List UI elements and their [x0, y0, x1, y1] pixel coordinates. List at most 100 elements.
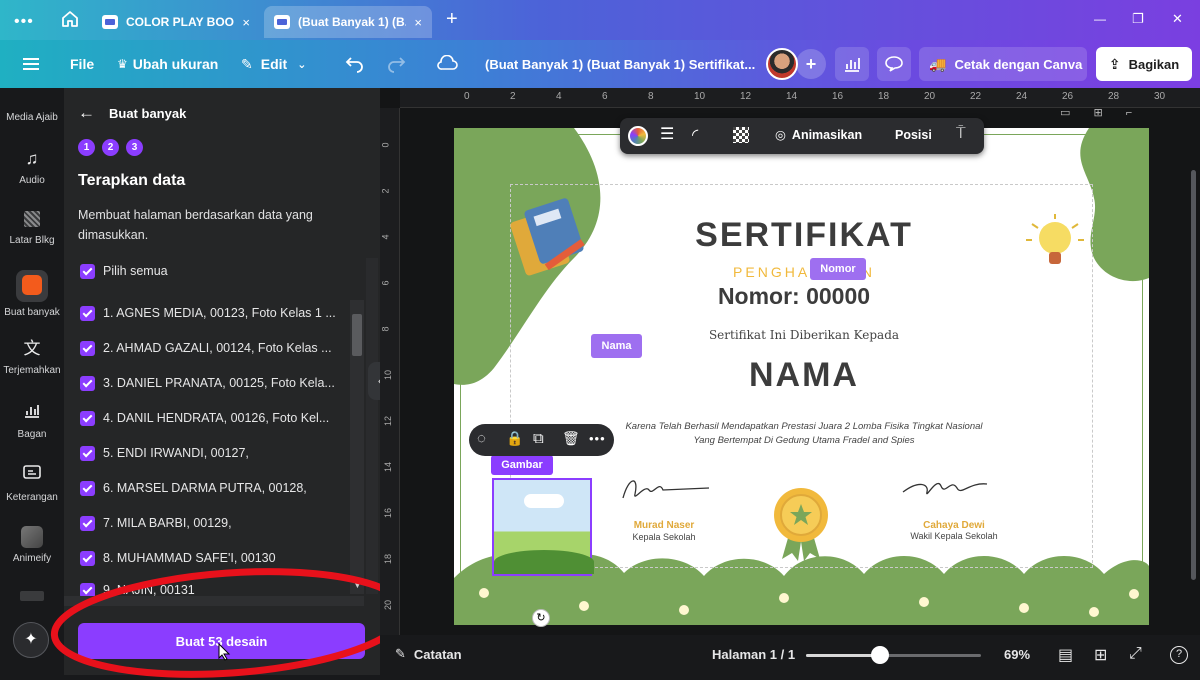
signature-1-icon — [622, 480, 710, 499]
list-item[interactable]: 1. AGNES MEDIA, 00123, Foto Kelas 1 ... — [80, 303, 345, 323]
ruler-tick-label: 18 — [383, 553, 394, 565]
translate-icon: 文 — [23, 339, 41, 358]
list-item[interactable]: 3. DANIEL PRANATA, 00125, Foto Kela... — [80, 373, 345, 393]
rail-terjemahkan[interactable]: 文 Terjemahkan — [0, 338, 64, 376]
list-item[interactable]: 2. AHMAD GAZALI, 00124, Foto Kelas ... — [80, 338, 345, 358]
sparkle-icon: ✦ — [24, 631, 38, 648]
tag-nama[interactable]: Nama — [591, 334, 642, 358]
list-item[interactable]: 4. DANIL HENDRATA, 00126, Foto Kel... — [80, 408, 345, 428]
certificate-number[interactable]: Nomor: 00000 — [454, 283, 1134, 310]
list-scrollbar-thumb[interactable] — [352, 314, 362, 356]
ruler-tick-label: 2 — [510, 91, 516, 102]
rail-buat-banyak[interactable]: Buat banyak — [0, 270, 64, 318]
lock-icon[interactable]: 🔒 — [506, 430, 523, 447]
close-tab-icon[interactable]: × — [414, 15, 422, 30]
captions-icon — [21, 465, 43, 487]
rail-label: Buat banyak — [4, 307, 60, 318]
paint-roller-icon[interactable]: ⍑ — [956, 125, 966, 143]
rail-keterangan[interactable]: Keterangan — [0, 465, 64, 503]
row-label: 5. ENDI IRWANDI, 00127, — [103, 446, 249, 460]
new-tab-button[interactable]: + — [446, 8, 458, 31]
rotate-handle-icon[interactable]: ↻ — [532, 609, 550, 627]
back-arrow-icon[interactable]: ← — [78, 103, 95, 123]
canvas-scrollbar[interactable] — [1191, 170, 1196, 580]
page-actions-icon[interactable]: ▭ ⊞ ⌐ — [1060, 106, 1142, 119]
document-title[interactable]: (Buat Banyak 1) (Buat Banyak 1) Sertifik… — [485, 40, 755, 88]
comment-add-icon[interactable]: ◌ — [477, 430, 486, 447]
certificate-subtitle[interactable]: PENGHARGAAN — [454, 264, 1149, 280]
step-2: 2 — [102, 139, 119, 156]
certificate-name[interactable]: NAMA — [454, 356, 1149, 395]
maximize-button[interactable]: ❐ — [1132, 11, 1144, 27]
signature-2-name[interactable]: Cahaya Dewi — [894, 520, 1014, 531]
certificate-body-line-2[interactable]: Yang Bertempat Di Gedung Utama Fradel an… — [604, 435, 1004, 446]
tag-gambar[interactable]: Gambar — [491, 455, 553, 475]
position-button[interactable]: Posisi — [895, 128, 932, 142]
photo-placeholder[interactable] — [492, 478, 594, 576]
duplicate-icon[interactable]: ⧉ — [533, 430, 544, 447]
medal-icon — [774, 488, 828, 561]
list-item[interactable]: 7. MILA BARBI, 00129, — [80, 513, 345, 533]
list-item[interactable]: 5. ENDI IRWANDI, 00127, — [80, 443, 345, 463]
file-menu[interactable]: File — [70, 40, 94, 88]
page-indicator[interactable]: Halaman 1 / 1 — [712, 647, 795, 662]
notes-button[interactable]: ✎ Catatan — [395, 646, 462, 662]
share-button[interactable]: ⇪ Bagikan — [1096, 47, 1192, 81]
zoom-level[interactable]: 69% — [1004, 647, 1030, 662]
certificate-body-line-1[interactable]: Karena Telah Berhasil Mendapatkan Presta… — [604, 421, 1004, 432]
tab-color-play-book[interactable]: COLOR PLAY BOOK... × — [92, 6, 260, 38]
signature-2-role[interactable]: Wakil Kepala Sekolah — [894, 531, 1014, 541]
panel-scrollbar[interactable] — [366, 258, 378, 594]
resize-button[interactable]: ♛ Ubah ukuran — [117, 40, 218, 88]
rail-latar-blkg[interactable]: Latar Blkg — [0, 211, 64, 246]
cloud-save-icon[interactable] — [436, 54, 458, 76]
color-picker-icon[interactable] — [628, 126, 648, 146]
help-icon[interactable]: ? — [1170, 646, 1188, 664]
rail-bagan[interactable]: Bagan — [0, 402, 64, 440]
ruler-tick-label: 8 — [648, 91, 654, 102]
edit-menu[interactable]: ✎ Edit ⌄ — [241, 40, 306, 88]
trash-icon[interactable]: 🗑 — [562, 430, 580, 447]
grid-view-icon[interactable]: ⊞ — [1094, 645, 1107, 665]
home-icon[interactable] — [60, 10, 80, 28]
add-collaborator-button[interactable]: + — [796, 49, 826, 79]
list-item[interactable]: 6. MARSEL DARMA PUTRA, 00128, — [80, 478, 345, 498]
ruler-tick-label: 4 — [380, 234, 391, 240]
close-window-button[interactable]: ✕ — [1172, 11, 1183, 27]
more-options-icon[interactable]: ••• — [589, 431, 606, 446]
page-view-icon[interactable]: ▤ — [1058, 645, 1073, 665]
tab-label: COLOR PLAY BOOK... — [126, 15, 235, 29]
transparency-icon[interactable] — [733, 127, 749, 143]
zoom-slider-thumb[interactable] — [870, 646, 889, 664]
insights-button[interactable] — [835, 47, 869, 81]
checkbox-checked-icon — [80, 305, 95, 321]
certificate-title[interactable]: SERTIFIKAT — [454, 216, 1149, 255]
animate-button[interactable]: ◎ Animasikan — [775, 127, 862, 143]
tab-buat-banyak[interactable]: (Buat Banyak 1) (B... × — [264, 6, 432, 38]
stroke-style-icon[interactable]: ☰ — [660, 127, 674, 143]
ruler-tick-label: 6 — [380, 280, 391, 286]
avatar[interactable] — [766, 48, 798, 80]
more-icon[interactable]: ••• — [14, 13, 34, 31]
print-with-canva-button[interactable]: 🚚 Cetak dengan Canva — [919, 47, 1087, 81]
signature-1-name[interactable]: Murad Naser — [614, 520, 714, 531]
comments-button[interactable] — [877, 47, 911, 81]
rail-label: Keterangan — [6, 492, 58, 503]
certificate-given-to[interactable]: Sertifikat Ini Diberikan Kepada — [454, 328, 1149, 342]
select-all-checkbox[interactable]: Pilih semua — [80, 261, 345, 281]
tag-nomor[interactable]: Nomor — [810, 258, 866, 280]
minimize-button[interactable]: — — [1094, 12, 1106, 26]
corner-rounding-icon[interactable]: ◜ — [692, 125, 698, 145]
fullscreen-icon[interactable]: ⤢ — [1129, 645, 1142, 663]
rail-audio[interactable]: ♫ Audio — [0, 148, 64, 186]
certificate-page[interactable]: SERTIFIKAT PENGHARGAAN Nomor: 00000 Sert… — [454, 128, 1149, 625]
ruler-tick-label: 20 — [924, 91, 936, 102]
chevron-down-icon: ⌄ — [297, 58, 307, 71]
undo-icon[interactable] — [345, 53, 365, 78]
rail-media-ajaib[interactable]: Media Ajaib — [0, 112, 64, 123]
close-tab-icon[interactable]: × — [242, 15, 250, 30]
signature-1-role[interactable]: Kepala Sekolah — [614, 532, 714, 542]
checkbox-checked-icon — [80, 375, 95, 391]
menu-icon[interactable] — [22, 40, 40, 88]
redo-icon[interactable] — [386, 53, 406, 78]
